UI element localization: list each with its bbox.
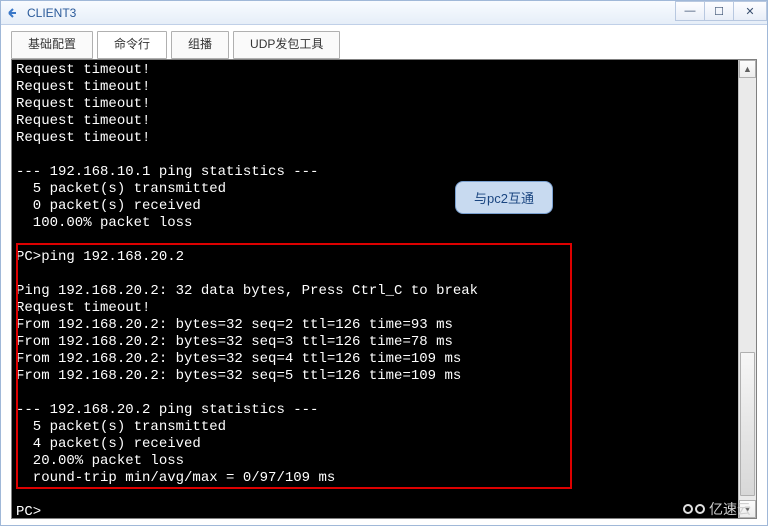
- watermark-text: 亿速云: [709, 499, 751, 519]
- minimize-button[interactable]: —: [675, 1, 705, 21]
- terminal-line: From 192.168.20.2: bytes=32 seq=2 ttl=12…: [16, 317, 453, 333]
- watermark-icon: [683, 504, 705, 514]
- terminal-line: 20.00% packet loss: [16, 453, 184, 469]
- vertical-scrollbar: ▲ ▼: [738, 60, 756, 518]
- terminal-line: 0 packet(s) received: [16, 198, 201, 214]
- titlebar: CLIENT3 — ☐ ✕: [1, 1, 767, 25]
- terminal-line: Request timeout!: [16, 79, 150, 95]
- window-title: CLIENT3: [27, 6, 76, 20]
- tab-udp-tool[interactable]: UDP发包工具: [233, 31, 340, 59]
- app-icon: [7, 6, 21, 20]
- terminal-line: Request timeout!: [16, 113, 150, 129]
- tab-bar: 基础配置 命令行 组播 UDP发包工具: [1, 25, 767, 59]
- terminal-line: 100.00% packet loss: [16, 215, 192, 231]
- maximize-button[interactable]: ☐: [704, 1, 734, 21]
- terminal-line: From 192.168.20.2: bytes=32 seq=3 ttl=12…: [16, 334, 453, 350]
- terminal-line: PC>ping 192.168.20.2: [16, 249, 184, 265]
- app-window: CLIENT3 — ☐ ✕ 基础配置 命令行 组播 UDP发包工具 Reques…: [0, 0, 768, 526]
- terminal-output[interactable]: Request timeout! Request timeout! Reques…: [12, 60, 738, 518]
- tab-multicast[interactable]: 组播: [171, 31, 229, 59]
- terminal-line: PC>: [16, 504, 41, 518]
- terminal-line: round-trip min/avg/max = 0/97/109 ms: [16, 470, 335, 486]
- terminal-line: Request timeout!: [16, 62, 150, 78]
- terminal-line: From 192.168.20.2: bytes=32 seq=4 ttl=12…: [16, 351, 461, 367]
- terminal-line: Request timeout!: [16, 130, 150, 146]
- terminal-container: Request timeout! Request timeout! Reques…: [11, 59, 757, 519]
- terminal-line: 5 packet(s) transmitted: [16, 181, 226, 197]
- watermark: 亿速云: [683, 499, 751, 519]
- terminal-line: 4 packet(s) received: [16, 436, 201, 452]
- tab-command-line[interactable]: 命令行: [97, 31, 167, 59]
- terminal-line: 5 packet(s) transmitted: [16, 419, 226, 435]
- scroll-thumb[interactable]: [740, 352, 755, 495]
- terminal-line: Request timeout!: [16, 96, 150, 112]
- terminal-line: Ping 192.168.20.2: 32 data bytes, Press …: [16, 283, 478, 299]
- window-buttons: — ☐ ✕: [676, 1, 767, 23]
- terminal-line: Request timeout!: [16, 300, 150, 316]
- scroll-up-button[interactable]: ▲: [739, 60, 756, 78]
- terminal-line: --- 192.168.20.2 ping statistics ---: [16, 402, 318, 418]
- terminal-line: --- 192.168.10.1 ping statistics ---: [16, 164, 318, 180]
- terminal-line: From 192.168.20.2: bytes=32 seq=5 ttl=12…: [16, 368, 461, 384]
- tab-basic-config[interactable]: 基础配置: [11, 31, 93, 59]
- close-button[interactable]: ✕: [733, 1, 767, 21]
- scroll-track[interactable]: [739, 78, 756, 500]
